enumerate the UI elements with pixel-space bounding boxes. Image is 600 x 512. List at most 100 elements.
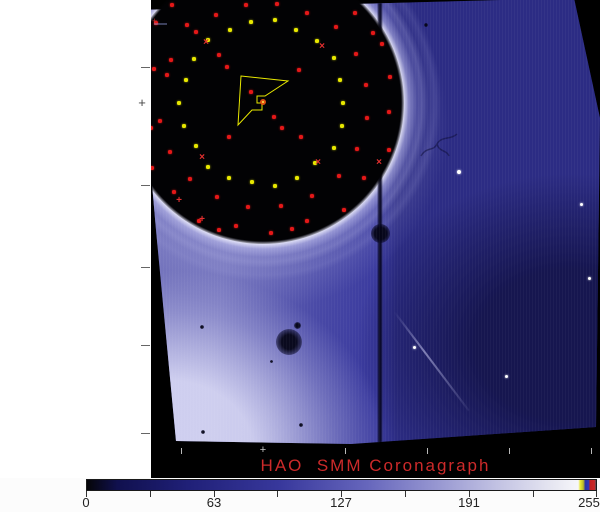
fiducial-dot-red	[305, 11, 309, 15]
fiducial-dot-red	[194, 30, 198, 34]
fiducial-dot-red	[310, 194, 314, 198]
fiducial-dot-red	[225, 65, 229, 69]
fiducial-dot-yellow	[273, 184, 277, 188]
fiducial-dot-red	[169, 58, 173, 62]
fiducial-dot-red	[215, 195, 219, 199]
fiducial-dot-yellow	[192, 57, 196, 61]
axis-tick	[141, 267, 150, 268]
colorbar-label: 0	[82, 495, 90, 510]
fiducial-dot-yellow	[184, 78, 188, 82]
fiducial-cross: ×	[203, 37, 209, 48]
fiducial-dot-red	[380, 42, 384, 46]
sun-center-axis-plus: +	[259, 444, 267, 456]
axis-tick	[141, 185, 150, 186]
fiducial-dot-red	[272, 115, 276, 119]
colorbar-label: 63	[206, 495, 222, 510]
fiducial-dot-red	[152, 67, 156, 71]
instrument-title: HAO SMM Coronagraph	[260, 456, 491, 475]
fiducial-dot-red	[217, 53, 221, 57]
axis-tick	[141, 345, 150, 346]
fiducial-dot-red	[280, 126, 284, 130]
fiducial-dot-red	[387, 110, 391, 114]
fiducial-plus: +	[199, 214, 205, 225]
fiducial-dot-red	[246, 205, 250, 209]
fiducial-dot-red	[172, 190, 176, 194]
intensity-colorbar	[86, 479, 597, 491]
fiducial-dot-yellow	[341, 101, 345, 105]
colorbar-strip: 0 63 127 191 255	[0, 478, 600, 512]
fiducial-dot-yellow	[340, 124, 344, 128]
fiducial-dot-yellow	[273, 18, 277, 22]
fiducial-dot-red	[354, 52, 358, 56]
sun-center-marker	[260, 99, 266, 105]
axis-tick	[345, 448, 346, 454]
fiducial-cross: ×	[199, 152, 205, 163]
fiducial-dot-red	[170, 3, 174, 7]
fiducial-dot-red	[214, 13, 218, 17]
colorbar-tick	[533, 491, 534, 497]
fiducial-dot-yellow	[332, 56, 336, 60]
fiducial-dot-yellow	[338, 78, 342, 82]
colorbar-tick	[405, 491, 406, 497]
fiducial-plus: +	[176, 195, 182, 206]
coronagraph-viewer: + × × × × × + + + HAO SMM Coronagraph +	[0, 0, 600, 512]
artifact-dash	[154, 23, 167, 25]
colorbar-tick	[277, 491, 278, 497]
fiducial-dot-red	[234, 224, 238, 228]
colorbar-label: 191	[458, 495, 480, 510]
fiducial-dot-red	[334, 25, 338, 29]
fiducial-dot-red	[337, 174, 341, 178]
fiducial-dot-yellow	[294, 28, 298, 32]
fiducial-dot-red	[364, 83, 368, 87]
fiducial-dot-yellow	[227, 176, 231, 180]
fiducial-cross: ×	[315, 157, 321, 168]
fiducial-dot-red	[365, 116, 369, 120]
fiducial-dot-yellow	[295, 176, 299, 180]
fiducial-cross: ×	[376, 157, 382, 168]
axis-tick	[181, 448, 182, 454]
fiducial-cross: ×	[319, 41, 325, 52]
axis-tick	[141, 433, 150, 434]
fiducial-dot-red	[305, 219, 309, 223]
fiducial-dot-red	[297, 68, 301, 72]
fiducial-dot-red	[355, 147, 359, 151]
fiducial-dot-red	[353, 11, 357, 15]
fiducial-dot-red	[279, 204, 283, 208]
axis-tick	[141, 67, 150, 68]
coronagraph-image-panel: × × × × × + + + HAO SMM Coronagraph	[151, 0, 600, 478]
fiducial-dot-red	[299, 135, 303, 139]
fiducial-dot-red	[371, 31, 375, 35]
axis-tick	[591, 448, 592, 454]
fiducial-dot-red	[362, 176, 366, 180]
fiducial-dot-yellow	[250, 180, 254, 184]
fiducial-dot-red	[217, 228, 221, 232]
axis-tick	[509, 448, 510, 454]
fiducial-dot-red	[168, 150, 172, 154]
fiducial-dot-red	[269, 231, 273, 235]
fiducial-dot-red	[158, 119, 162, 123]
fiducial-dot-yellow	[332, 146, 336, 150]
axis-tick	[427, 448, 428, 454]
colorbar-label: 255	[578, 495, 600, 510]
fiducial-dot-red	[388, 75, 392, 79]
fiducial-dot-red	[227, 135, 231, 139]
fiducial-dot-red	[244, 3, 248, 7]
fiducial-dot-red	[249, 90, 253, 94]
fiducial-dot-red	[290, 227, 294, 231]
metadata-sidebar	[0, 0, 151, 478]
fiducial-dot-red	[151, 126, 153, 130]
colorbar-tick	[150, 491, 151, 497]
fiducial-dot-yellow	[206, 165, 210, 169]
fiducial-dot-yellow	[228, 28, 232, 32]
fiducial-dot-red	[151, 166, 154, 170]
fiducial-dot-red	[165, 73, 169, 77]
fiducial-dot-red	[188, 177, 192, 181]
fiducial-dot-yellow	[177, 101, 181, 105]
fiducial-dot-yellow	[194, 144, 198, 148]
fiducial-dot-red	[342, 208, 346, 212]
fiducial-dot-yellow	[249, 20, 253, 24]
fiducial-dot-yellow	[182, 124, 186, 128]
sun-center-axis-plus: +	[138, 95, 146, 110]
fiducial-dot-red	[185, 23, 189, 27]
fiducial-dot-red	[275, 2, 279, 6]
